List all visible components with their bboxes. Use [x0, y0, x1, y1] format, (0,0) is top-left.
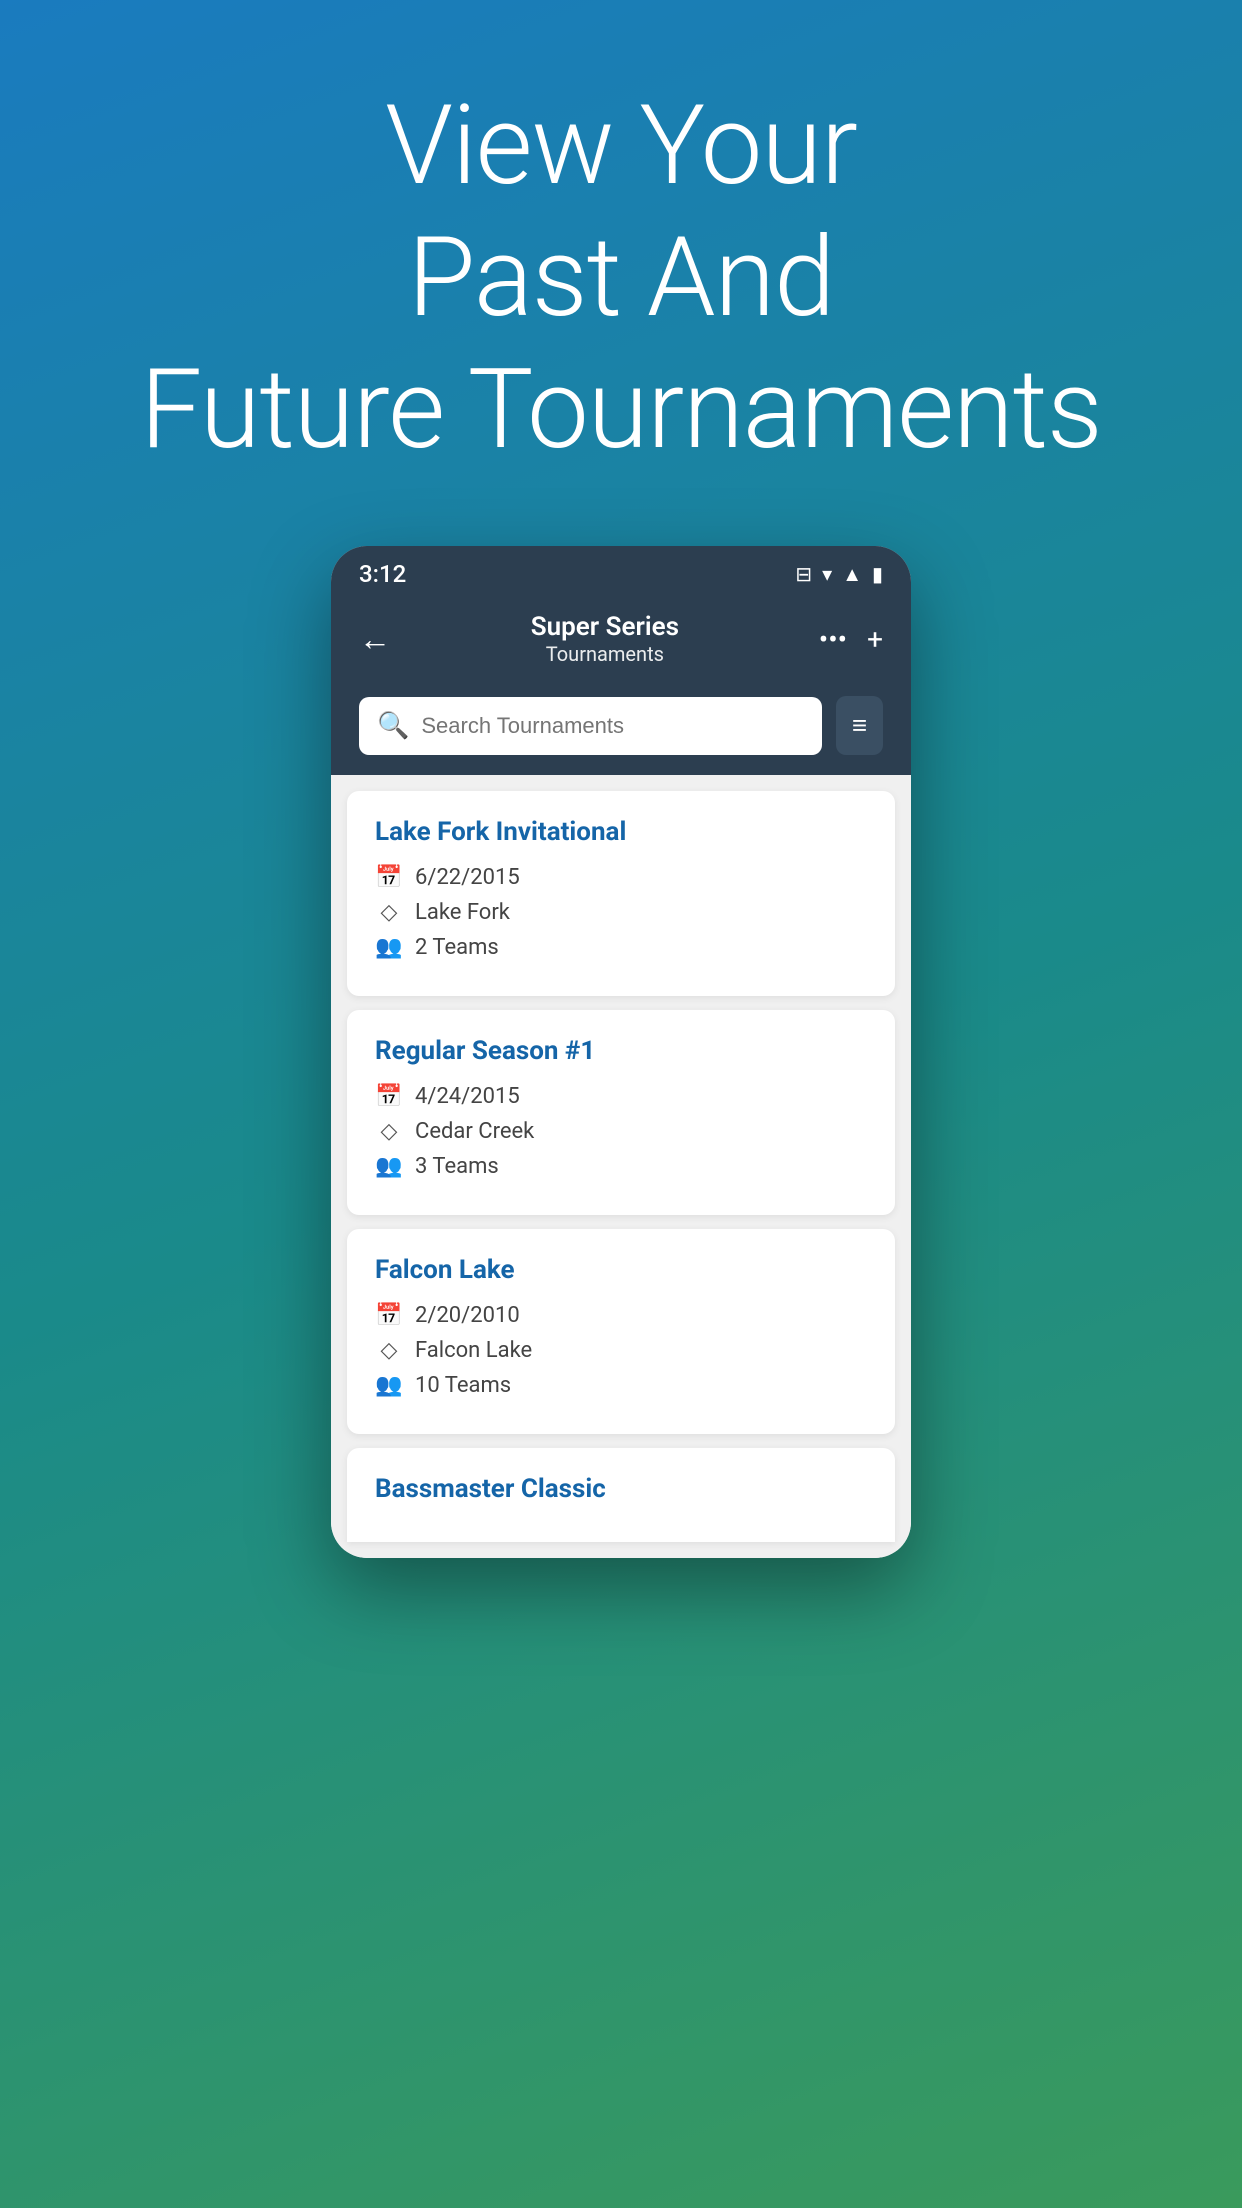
tournament-date-3: 📅 2/20/2010 [375, 1303, 867, 1328]
tournament-date-1: 📅 6/22/2015 [375, 865, 867, 890]
teams-value-1: 2 Teams [415, 935, 499, 960]
app-header: ← Super Series Tournaments ••• + [331, 598, 911, 686]
location-value-2: Cedar Creek [415, 1119, 534, 1144]
search-input[interactable] [421, 713, 803, 739]
water-icon-2: ◇ [375, 1119, 403, 1144]
tournament-card-3[interactable]: Falcon Lake 📅 2/20/2010 ◇ Falcon Lake 👥 … [347, 1229, 895, 1434]
tournament-card-4[interactable]: Bassmaster Classic [347, 1448, 895, 1542]
filter-button[interactable]: ≡ [836, 696, 883, 755]
tournament-name-4: Bassmaster Classic [375, 1474, 867, 1504]
status-time: 3:12 [359, 560, 406, 588]
filter-icon: ≡ [852, 711, 867, 741]
water-icon-1: ◇ [375, 900, 403, 925]
date-value-1: 6/22/2015 [415, 865, 520, 890]
tournament-teams-1: 👥 2 Teams [375, 935, 867, 960]
vibrate-icon: ⊟ [795, 562, 812, 586]
hero-section: View Your Past And Future Tournaments [0, 0, 1242, 536]
add-button[interactable]: + [867, 623, 883, 656]
tournament-date-2: 📅 4/24/2015 [375, 1084, 867, 1109]
tournament-location-3: ◇ Falcon Lake [375, 1338, 867, 1363]
hero-line2: Past And [408, 213, 834, 342]
header-actions: ••• + [819, 623, 883, 656]
date-value-3: 2/20/2010 [415, 1303, 520, 1328]
tournament-teams-3: 👥 10 Teams [375, 1373, 867, 1398]
teams-icon-2: 👥 [375, 1154, 403, 1179]
hero-line3: Future Tournaments [140, 345, 1102, 474]
teams-icon-1: 👥 [375, 935, 403, 960]
tournament-location-2: ◇ Cedar Creek [375, 1119, 867, 1144]
location-value-1: Lake Fork [415, 900, 510, 925]
location-value-3: Falcon Lake [415, 1338, 532, 1363]
calendar-icon-3: 📅 [375, 1303, 403, 1328]
calendar-icon-1: 📅 [375, 865, 403, 890]
header-title-group: Super Series Tournaments [531, 612, 679, 666]
status-icons: ⊟ ▾ ▲ ▮ [795, 562, 883, 587]
more-button[interactable]: ••• [819, 623, 847, 656]
search-box[interactable]: 🔍 [359, 697, 822, 755]
teams-value-3: 10 Teams [415, 1373, 511, 1398]
tournament-teams-2: 👥 3 Teams [375, 1154, 867, 1179]
header-title-main: Super Series [531, 612, 679, 642]
status-bar: 3:12 ⊟ ▾ ▲ ▮ [331, 546, 911, 598]
calendar-icon-2: 📅 [375, 1084, 403, 1109]
water-icon-3: ◇ [375, 1338, 403, 1363]
signal-icon: ▲ [842, 562, 862, 587]
phone-mockup: 3:12 ⊟ ▾ ▲ ▮ ← Super Series Tournaments … [331, 546, 911, 1558]
teams-icon-3: 👥 [375, 1373, 403, 1398]
tournament-name-3: Falcon Lake [375, 1255, 867, 1285]
battery-icon: ▮ [872, 562, 883, 586]
tournament-card-1[interactable]: Lake Fork Invitational 📅 6/22/2015 ◇ Lak… [347, 791, 895, 996]
search-icon: 🔍 [377, 711, 409, 741]
hero-line1: View Your [385, 81, 857, 210]
content-area: Lake Fork Invitational 📅 6/22/2015 ◇ Lak… [331, 775, 911, 1558]
wifi-icon: ▾ [822, 562, 832, 586]
search-area: 🔍 ≡ [331, 686, 911, 775]
teams-value-2: 3 Teams [415, 1154, 499, 1179]
tournament-location-1: ◇ Lake Fork [375, 900, 867, 925]
back-button[interactable]: ← [359, 620, 391, 658]
date-value-2: 4/24/2015 [415, 1084, 520, 1109]
header-title-sub: Tournaments [531, 642, 679, 666]
tournament-name-1: Lake Fork Invitational [375, 817, 867, 847]
tournament-name-2: Regular Season #1 [375, 1036, 867, 1066]
tournament-card-2[interactable]: Regular Season #1 📅 4/24/2015 ◇ Cedar Cr… [347, 1010, 895, 1215]
